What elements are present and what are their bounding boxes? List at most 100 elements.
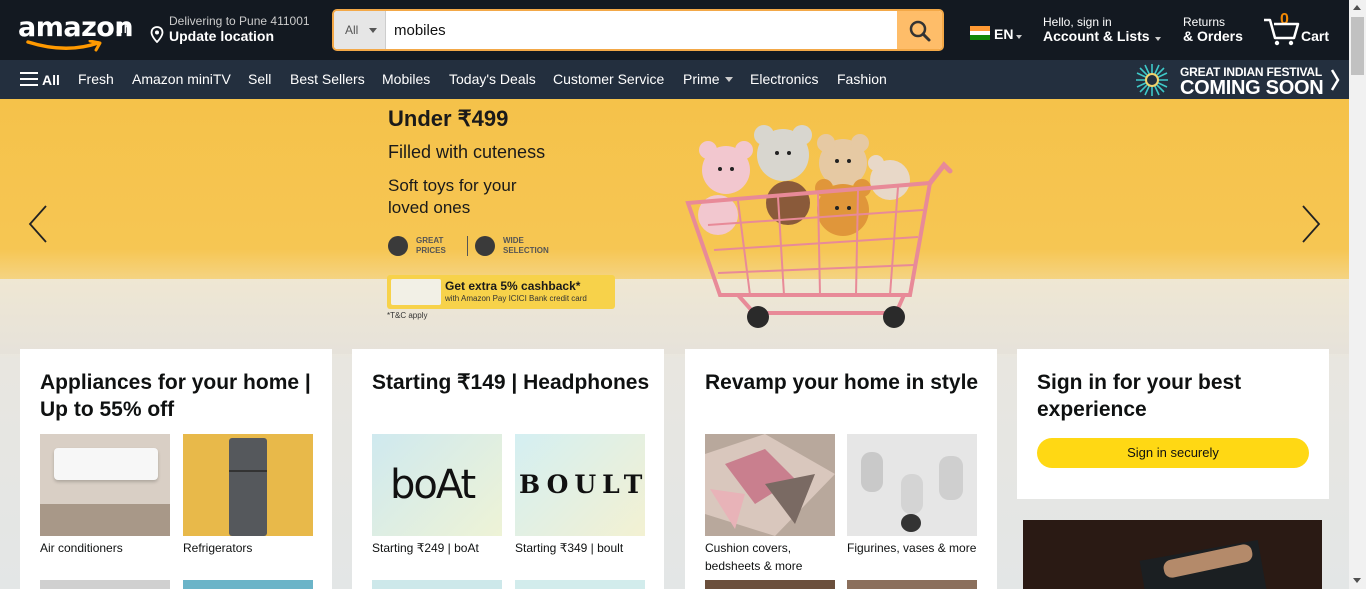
badge2-line1: WIDE (503, 236, 524, 245)
tile-caption: Cushion covers, bedsheets & more (705, 541, 803, 573)
badge1-line2: PRICES (416, 246, 446, 255)
chevron-down-icon (369, 28, 377, 33)
rug-image (705, 434, 835, 536)
language-label: EN (994, 26, 1014, 42)
tile-figurines[interactable]: Figurines, vases & more (847, 434, 977, 557)
location-pin-icon (150, 26, 164, 43)
boult-brand-image: BOULT (515, 434, 645, 536)
sparkle-burst-icon (1136, 64, 1168, 96)
nav-fresh[interactable]: Fresh (78, 71, 114, 87)
hero-subtitle: Filled with cuteness (388, 142, 546, 162)
card-title[interactable]: Appliances for your home | Up to 55% off (40, 369, 320, 423)
scroll-down-icon[interactable] (1353, 578, 1361, 583)
tile-row2[interactable] (183, 580, 313, 589)
nav-best-sellers[interactable]: Best Sellers (290, 71, 365, 87)
air-conditioner-image (40, 434, 170, 536)
cashback-offer: Get extra 5% cashback* with Amazon Pay I… (387, 275, 615, 309)
nav-prime-label: Prime (683, 71, 720, 87)
amazon-logo[interactable]: amazon .in (16, 10, 136, 52)
teddy-cart-image (685, 125, 953, 328)
nav-sell[interactable]: Sell (248, 71, 271, 87)
account-label: Account & Lists (1043, 28, 1150, 44)
selection-icon (475, 236, 495, 256)
all-label: All (42, 72, 60, 88)
credit-card-icon (391, 279, 441, 305)
returns-label: Returns (1183, 15, 1226, 29)
cart-button[interactable]: 0 Cart (1262, 10, 1338, 50)
tile-boult[interactable]: BOULT Starting ₹349 | boult (515, 434, 645, 557)
search-button[interactable] (897, 11, 942, 49)
hero-description-line1: Soft toys for your (388, 176, 517, 195)
nav-mobiles[interactable]: Mobiles (382, 71, 430, 87)
appliances-card: Appliances for your home | Up to 55% off… (20, 349, 332, 589)
search-category-dropdown[interactable]: All (334, 11, 386, 49)
boat-brand-image: boAt (372, 434, 502, 536)
tile-caption: Starting ₹349 | boult (515, 541, 624, 555)
search-input[interactable] (387, 11, 899, 49)
amazon-home-page: amazon .in Delivering to Pune 411001 Upd… (0, 0, 1366, 589)
headphones-card: Starting ₹149 | Headphones boAt Starting… (352, 349, 664, 589)
india-flag-icon (970, 26, 990, 40)
carousel-next-icon[interactable] (1300, 204, 1322, 244)
signin-card: Sign in for your best experience Sign in… (1017, 349, 1329, 499)
location-line2: Update location (169, 28, 275, 44)
scrollbar-thumb[interactable] (1351, 17, 1364, 75)
location-line1: Delivering to Pune 411001 (169, 14, 310, 28)
nav-prime[interactable]: Prime (683, 71, 733, 87)
account-greeting: Hello, sign in (1043, 15, 1112, 29)
tile-row2[interactable] (40, 580, 170, 589)
badge2-line2: SELECTION (503, 246, 549, 255)
badge-divider (467, 236, 468, 256)
nav-customer-service[interactable]: Customer Service (553, 71, 664, 87)
tile-refrigerators[interactable]: Refrigerators (183, 434, 313, 557)
tile-row2[interactable] (847, 580, 977, 589)
tile-row2[interactable] (372, 580, 502, 589)
orders-label: & Orders (1183, 28, 1243, 44)
scroll-up-icon[interactable] (1353, 5, 1361, 10)
hero-title: Under ₹499 (388, 106, 509, 131)
price-tag-icon (388, 236, 408, 256)
nav-fashion[interactable]: Fashion (837, 71, 887, 87)
promo-ad-image[interactable] (1023, 520, 1322, 589)
card-title[interactable]: Revamp your home in style (705, 369, 985, 396)
tile-boat[interactable]: boAt Starting ₹249 | boAt (372, 434, 502, 557)
search-bar: All (332, 9, 944, 51)
tile-row2[interactable] (515, 580, 645, 589)
account-lists[interactable]: Hello, sign in Account & Lists (1043, 14, 1173, 50)
festival-line2: COMING SOON (1180, 77, 1324, 99)
cashback-headline: Get extra 5% cashback* (445, 279, 581, 293)
smile-arrow-icon (26, 40, 102, 52)
search-category-label: All (345, 23, 359, 37)
badge1-line1: GREAT (416, 236, 444, 245)
search-icon (909, 20, 931, 42)
top-header: amazon .in Delivering to Pune 411001 Upd… (0, 0, 1349, 60)
hamburger-icon (20, 72, 38, 86)
cart-icon (1264, 18, 1300, 46)
signin-title: Sign in for your best experience (1037, 371, 1242, 421)
signin-button[interactable]: Sign in securely (1037, 438, 1309, 468)
card-title[interactable]: Starting ₹149 | Headphones (372, 369, 652, 396)
boat-logo-text: boAt (390, 462, 476, 508)
festival-banner[interactable]: GREAT INDIAN FESTIVAL COMING SOON (1134, 62, 1344, 99)
tile-row2[interactable] (705, 580, 835, 589)
home-decor-card: Revamp your home in style Cushion covers… (685, 349, 997, 589)
tile-air-conditioners[interactable]: Air conditioners (40, 434, 170, 557)
chevron-right-icon (1330, 69, 1340, 91)
nav-electronics[interactable]: Electronics (750, 71, 818, 87)
carousel-prev-icon[interactable] (27, 204, 49, 244)
tile-cushion-covers[interactable]: Cushion covers, bedsheets & more (705, 434, 835, 575)
logo-tld: .in (115, 21, 133, 37)
returns-orders[interactable]: Returns & Orders (1183, 14, 1255, 50)
chevron-down-icon (1155, 37, 1161, 41)
secondary-nav: All Fresh Amazon miniTV Sell Best Seller… (0, 60, 1349, 99)
nav-amazon-minitv[interactable]: Amazon miniTV (132, 71, 231, 87)
hero-description-line2: loved ones (388, 198, 471, 217)
page-scrollbar[interactable] (1349, 0, 1366, 589)
delivery-location[interactable]: Delivering to Pune 411001 Update locatio… (148, 13, 318, 49)
language-selector[interactable]: EN (968, 24, 1028, 44)
nav-todays-deals[interactable]: Today's Deals (449, 71, 536, 87)
terms-note: *T&C apply (387, 311, 428, 320)
boult-logo-text: BOULT (519, 470, 645, 499)
cart-label: Cart (1301, 28, 1330, 44)
chevron-down-icon (1016, 35, 1022, 39)
